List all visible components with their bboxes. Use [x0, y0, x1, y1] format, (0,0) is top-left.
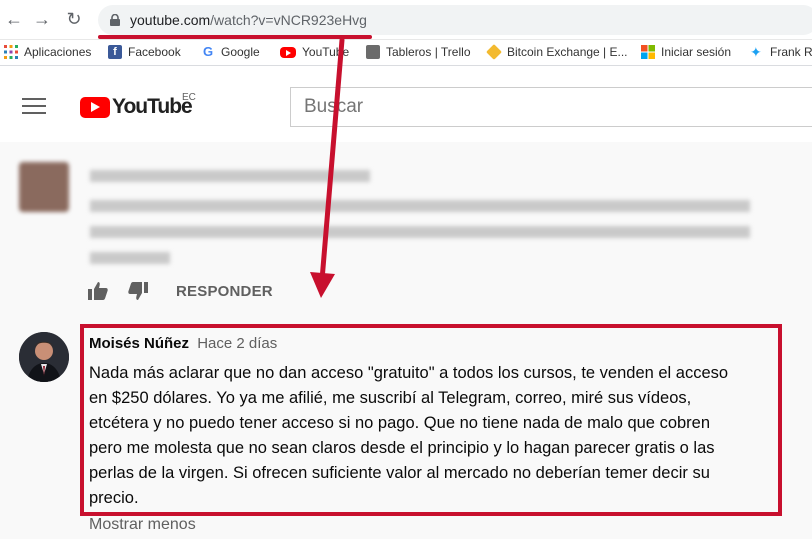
- avatar[interactable]: [19, 332, 69, 382]
- address-bar[interactable]: youtube.com/watch?v=vNCR923eHvg: [98, 5, 812, 35]
- bookmark-label: Facebook: [128, 45, 181, 59]
- microsoft-icon: [641, 45, 655, 59]
- reload-icon[interactable]: ↻: [64, 9, 84, 29]
- lock-icon: [110, 14, 120, 26]
- blurred-text: [90, 226, 750, 238]
- trello-icon: [366, 45, 380, 59]
- thumbs-down-icon[interactable]: [128, 282, 148, 300]
- bookmark-label: Bitcoin Exchange | E...: [507, 45, 628, 59]
- blurred-text: [90, 200, 750, 212]
- bookmark-trello[interactable]: Tableros | Trello: [366, 45, 471, 59]
- comment-line: perlas de la virgen. Si ofrecen suficien…: [89, 464, 710, 482]
- browser-toolbar: ← → ↻ youtube.com/watch?v=vNCR923eHvg: [0, 0, 812, 40]
- search-input[interactable]: [291, 88, 812, 126]
- bookmark-label: Tableros | Trello: [386, 45, 471, 59]
- avatar: [19, 162, 69, 212]
- bookmark-frank[interactable]: ✦ Frank R: [750, 45, 812, 59]
- comment-line: Nada más aclarar que no dan acceso "grat…: [89, 364, 729, 382]
- youtube-play-icon: [80, 96, 110, 118]
- bookmark-apps[interactable]: Aplicaciones: [4, 45, 91, 59]
- menu-icon[interactable]: [22, 98, 46, 116]
- facebook-icon: f: [108, 45, 122, 59]
- blurred-text: [90, 170, 370, 182]
- bookmark-youtube[interactable]: YouTube: [280, 45, 349, 59]
- bookmark-google[interactable]: G Google: [201, 44, 260, 60]
- back-arrow-icon[interactable]: ←: [4, 9, 24, 29]
- show-less-button[interactable]: Mostrar menos: [89, 516, 196, 534]
- bookmarks-bar: Aplicaciones f Facebook G Google YouTube…: [0, 40, 812, 66]
- comment-actions: RESPONDER: [88, 282, 273, 300]
- search-box[interactable]: [290, 87, 812, 127]
- youtube-icon: [280, 46, 296, 58]
- bookmark-label: YouTube: [302, 45, 350, 59]
- blurred-text: [90, 252, 170, 264]
- google-icon: G: [202, 44, 214, 59]
- comment-line: en $250 dólares. Yo ya me afilié, me sus…: [89, 389, 692, 407]
- url-host: youtube.com: [130, 12, 211, 28]
- bookmark-label: Iniciar sesión: [661, 45, 732, 59]
- comment-body: Nada más aclarar que no dan acceso "grat…: [89, 361, 779, 511]
- comment-line: precio.: [89, 489, 139, 507]
- url-text: youtube.com/watch?v=vNCR923eHvg: [130, 12, 367, 28]
- apps-grid-icon: [4, 45, 18, 59]
- avatar-photo: [19, 332, 69, 382]
- comment-line: pero me molesta que no sean claros desde…: [89, 439, 715, 457]
- twitter-icon: ✦: [750, 44, 762, 60]
- comment-timestamp[interactable]: Hace 2 días: [197, 335, 277, 352]
- bookmark-label: Frank R: [770, 45, 812, 59]
- thumbs-up-icon[interactable]: [88, 282, 108, 300]
- youtube-header: YouTube EC: [0, 66, 812, 142]
- forward-arrow-icon[interactable]: →: [32, 9, 52, 29]
- bookmark-bitcoin-exchange[interactable]: Bitcoin Exchange | E...: [486, 44, 628, 60]
- youtube-logo-text: YouTube: [112, 95, 193, 118]
- comment: Moisés Núñez Hace 2 días Nada más aclara…: [0, 322, 812, 539]
- reply-button[interactable]: RESPONDER: [176, 283, 273, 300]
- comment-author[interactable]: Moisés Núñez: [89, 335, 189, 352]
- comment-line: etcétera y no puedo tener acceso si no p…: [89, 414, 711, 432]
- country-code: EC: [182, 92, 196, 103]
- bookmark-iniciar-sesion[interactable]: Iniciar sesión: [641, 45, 731, 59]
- url-path: /watch?v=vNCR923eHvg: [210, 12, 367, 28]
- bookmark-label: Aplicaciones: [24, 45, 92, 59]
- youtube-logo[interactable]: YouTube: [80, 95, 193, 119]
- bookmark-facebook[interactable]: f Facebook: [108, 45, 181, 59]
- bookmark-label: Google: [221, 45, 260, 59]
- bitcoin-exchange-icon: [486, 44, 502, 60]
- comment-header: Moisés Núñez Hace 2 días: [89, 335, 277, 352]
